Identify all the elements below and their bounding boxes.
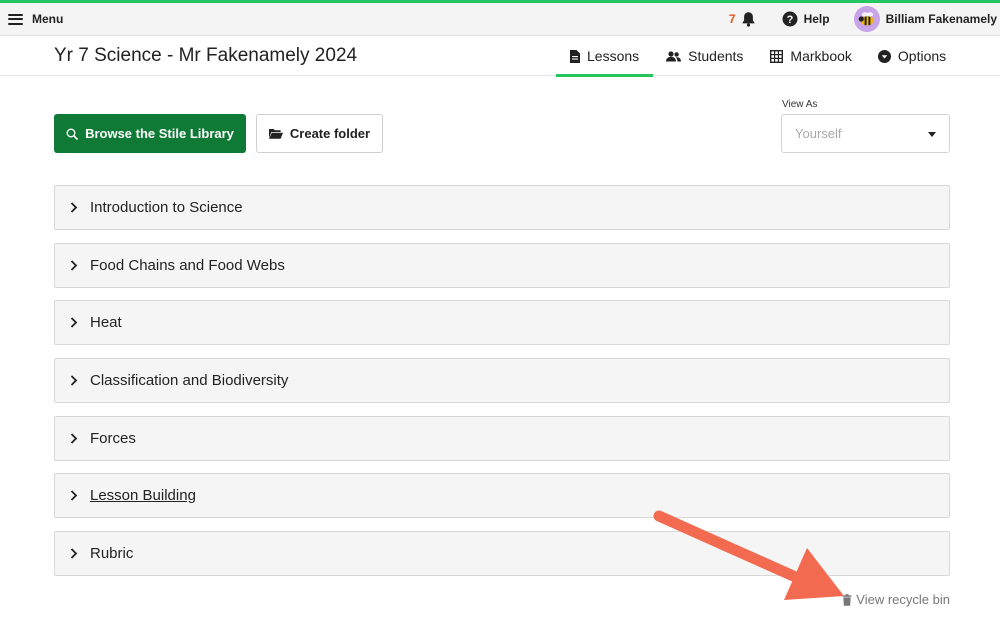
- folder-name: Forces: [90, 429, 136, 447]
- folder-open-icon: [268, 129, 283, 139]
- chevron-right-icon: [70, 375, 78, 386]
- bell-icon: [742, 12, 754, 27]
- folder-name: Classification and Biodiversity: [90, 372, 289, 390]
- chevron-right-icon: [70, 317, 78, 329]
- people-icon: [666, 50, 682, 61]
- chevron-right-icon: [70, 202, 78, 213]
- bee-icon: [858, 12, 874, 26]
- search-icon: [66, 128, 78, 140]
- chevron-right-icon: [70, 433, 78, 444]
- class-tabs: Lessons Students Markbook Options: [556, 36, 959, 77]
- folder-name: Introduction to Science: [90, 199, 243, 216]
- top-bar: Menu 7 ? Help Billiam Fakenamely: [0, 3, 1000, 36]
- notifications-button[interactable]: 7: [729, 11, 756, 27]
- grid-icon: [770, 49, 784, 63]
- menu-button[interactable]: Menu: [8, 12, 63, 26]
- create-folder-label: Create folder: [289, 126, 371, 141]
- folder-row-heat[interactable]: Heat: [54, 300, 950, 346]
- create-folder-button[interactable]: Create folder: [256, 114, 383, 153]
- browse-library-button[interactable]: Browse the Stile Library: [54, 114, 246, 153]
- folder-row-introduction-to-science[interactable]: Introduction to Science: [54, 185, 950, 230]
- menu-label: Menu: [32, 12, 64, 26]
- folder-name: Rubric: [90, 545, 134, 563]
- folder-row-food-chains[interactable]: Food Chains and Food Webs: [54, 242, 950, 288]
- tab-options[interactable]: Options: [865, 36, 959, 76]
- view-recycle-bin-link[interactable]: View recycle bin: [842, 592, 950, 607]
- folder-name: Food Chains and Food Webs: [90, 256, 285, 274]
- trash-icon: [842, 593, 852, 606]
- tab-markbook[interactable]: Markbook: [756, 36, 864, 76]
- user-name: Billiam Fakenamely: [885, 12, 997, 26]
- notification-count: 7: [728, 12, 736, 26]
- chevron-right-icon: [70, 260, 78, 271]
- chevron-down-icon: [928, 132, 936, 137]
- folder-list: Introduction to Science Food Chains and …: [54, 185, 950, 589]
- tab-students[interactable]: Students: [653, 36, 756, 76]
- avatar: [853, 6, 880, 32]
- chevron-right-icon: [70, 548, 78, 559]
- view-as-label: View As: [782, 99, 818, 110]
- view-as-select[interactable]: Yourself: [781, 114, 950, 153]
- view-as-value: Yourself: [795, 126, 842, 141]
- svg-text:?: ?: [786, 14, 793, 26]
- tab-lessons-label: Lessons: [587, 48, 640, 64]
- folder-name: Lesson Building: [90, 487, 196, 505]
- class-header: Yr 7 Science - Mr Fakenamely 2024 Lesson…: [0, 36, 1000, 77]
- folder-row-forces[interactable]: Forces: [54, 415, 950, 461]
- browse-library-label: Browse the Stile Library: [85, 126, 234, 141]
- page-title: Yr 7 Science - Mr Fakenamely 2024: [54, 45, 358, 66]
- help-label: Help: [803, 12, 830, 26]
- chevron-right-icon: [70, 490, 78, 502]
- tab-options-label: Options: [897, 48, 947, 64]
- help-button[interactable]: ? Help: [782, 11, 830, 27]
- document-icon: [570, 49, 580, 63]
- folder-row-rubric[interactable]: Rubric: [54, 531, 950, 577]
- tab-lessons[interactable]: Lessons: [556, 36, 654, 77]
- user-menu[interactable]: Billiam Fakenamely: [853, 6, 997, 32]
- folder-row-classification[interactable]: Classification and Biodiversity: [54, 358, 950, 404]
- caret-circle-icon: [877, 49, 891, 63]
- folder-name: Heat: [90, 314, 122, 332]
- question-circle-icon: ?: [782, 11, 798, 27]
- tab-markbook-label: Markbook: [790, 48, 852, 64]
- folder-row-lesson-building[interactable]: Lesson Building: [54, 473, 950, 519]
- hamburger-icon: [8, 13, 23, 25]
- view-recycle-bin-label: View recycle bin: [856, 592, 950, 607]
- tab-students-label: Students: [688, 48, 744, 64]
